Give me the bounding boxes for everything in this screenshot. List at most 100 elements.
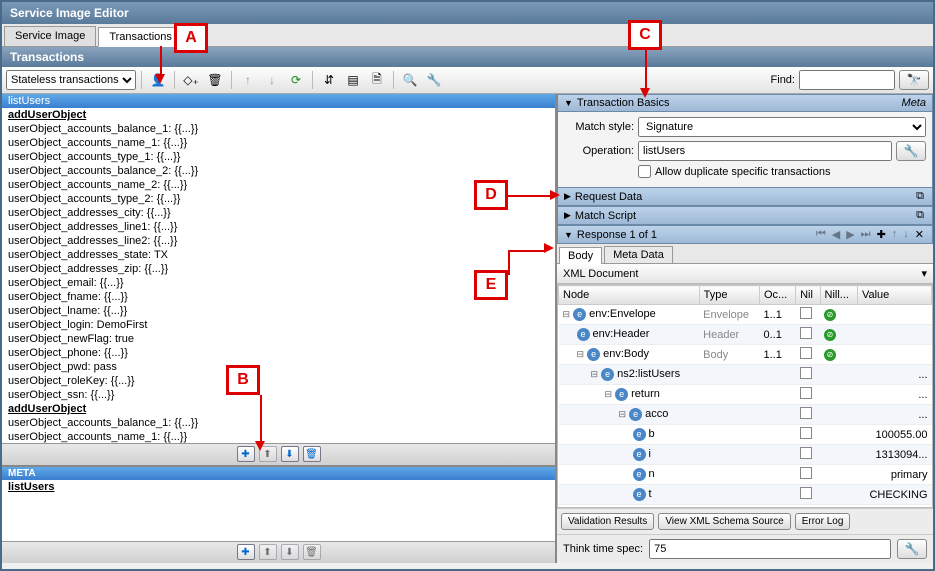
- refresh-icon[interactable]: ⟳: [285, 70, 307, 90]
- disclosure-down-icon: ▼: [564, 230, 573, 240]
- arrow-up-icon[interactable]: ↑: [237, 70, 259, 90]
- panel-match-script[interactable]: ▶ Match Script ⧉: [557, 206, 933, 225]
- meta-row-listusers[interactable]: listUsers: [2, 480, 555, 494]
- xml-row[interactable]: eenv:HeaderHeader0..1⊘: [559, 325, 932, 345]
- tree-row[interactable]: userObject_accounts_balance_1: {{...}}: [2, 416, 555, 430]
- tab-service-image[interactable]: Service Image: [4, 26, 96, 46]
- down-button-icon[interactable]: ⬇: [281, 446, 299, 462]
- tree-row[interactable]: userObject_fname: {{...}}: [2, 290, 555, 304]
- tab-meta-data[interactable]: Meta Data: [604, 246, 673, 263]
- document-icon[interactable]: 🗎: [366, 70, 388, 90]
- tree-row[interactable]: userObject_login: DemoFirst: [2, 318, 555, 332]
- tree-row[interactable]: userObject_addresses_line2: {{...}}: [2, 234, 555, 248]
- popout-icon[interactable]: ⧉: [914, 209, 926, 222]
- tree-row[interactable]: userObject_accounts_type_2: {{...}}: [2, 192, 555, 206]
- tree-row[interactable]: userObject_accounts_balance_2: {{...}}: [2, 164, 555, 178]
- right-pane: ▼ Transaction Basics Meta Match style: S…: [557, 94, 933, 563]
- view-schema-button[interactable]: View XML Schema Source: [658, 513, 790, 530]
- delete-icon[interactable]: 🗑: [204, 70, 226, 90]
- xml-row[interactable]: ⊟ ereturn...: [559, 385, 932, 405]
- tree-row[interactable]: userObject_newFlag: true: [2, 332, 555, 346]
- validation-results-button[interactable]: Validation Results: [561, 513, 654, 530]
- tree-row[interactable]: userObject_accounts_type_1: {{...}}: [2, 150, 555, 164]
- tree-row[interactable]: userObject_roleKey: {{...}}: [2, 374, 555, 388]
- col-type[interactable]: Type: [699, 286, 759, 305]
- move-down-icon[interactable]: ↓: [901, 228, 911, 241]
- tree-node-adduserobject-2[interactable]: addUserObject: [2, 402, 555, 416]
- xml-row[interactable]: etCHECKING: [559, 485, 932, 505]
- meta-tree[interactable]: listUsers: [2, 480, 555, 541]
- search-icon[interactable]: 🔍: [399, 70, 421, 90]
- list-icon[interactable]: ▤: [342, 70, 364, 90]
- remove-button-icon[interactable]: 🗑: [303, 446, 321, 462]
- col-node[interactable]: Node: [559, 286, 700, 305]
- tree-row[interactable]: userObject_addresses_line1: {{...}}: [2, 220, 555, 234]
- col-value[interactable]: Value: [857, 286, 931, 305]
- allow-duplicate-checkbox[interactable]: [638, 165, 651, 178]
- operation-wrench-icon[interactable]: 🔧: [896, 141, 926, 161]
- find-input[interactable]: [799, 70, 895, 90]
- tree-row[interactable]: userObject_addresses_zip: {{...}}: [2, 262, 555, 276]
- tree-row[interactable]: userObject_lname: {{...}}: [2, 304, 555, 318]
- disclosure-right-icon: ▶: [564, 191, 571, 202]
- xml-row[interactable]: ⊟ eenv:EnvelopeEnvelope1..1⊘: [559, 305, 932, 325]
- xml-row[interactable]: ei1313094...: [559, 445, 932, 465]
- col-nill[interactable]: Nill...: [820, 286, 857, 305]
- tree-node-adduserobject[interactable]: addUserObject: [2, 108, 555, 122]
- think-time-wrench-icon[interactable]: 🔧: [897, 539, 927, 559]
- add-button-icon[interactable]: ✚: [237, 446, 255, 462]
- xml-row[interactable]: ⊟ eacco...: [559, 405, 932, 425]
- xml-row[interactable]: ⊟ eenv:BodyBody1..1⊘: [559, 345, 932, 365]
- close-icon[interactable]: ✕: [913, 228, 926, 241]
- xml-row[interactable]: enprimary: [559, 465, 932, 485]
- add-button-icon[interactable]: ✚: [237, 544, 255, 560]
- user-icon[interactable]: 👤: [147, 70, 169, 90]
- remove-button-icon[interactable]: 🗑: [303, 544, 321, 560]
- col-occ[interactable]: Oc...: [759, 286, 795, 305]
- panel-transaction-basics[interactable]: ▼ Transaction Basics Meta: [557, 94, 933, 112]
- panel-title: Match Script: [575, 210, 636, 222]
- panel-response[interactable]: ▼ Response 1 of 1 ⏮ ◀ ▶ ⏭ ✚ ↑ ↓ ✕: [557, 225, 933, 244]
- tree-row[interactable]: userObject_accounts_name_1: {{...}}: [2, 136, 555, 150]
- xml-row[interactable]: eb100055.00: [559, 425, 932, 445]
- operation-input[interactable]: [638, 141, 892, 161]
- transaction-mode-select[interactable]: Stateless transactions: [6, 70, 136, 90]
- tree-row[interactable]: userObject_addresses_state: TX: [2, 248, 555, 262]
- match-style-select[interactable]: Signature: [638, 117, 926, 137]
- tree-node-listusers[interactable]: listUsers: [2, 94, 555, 108]
- tree-row[interactable]: userObject_email: {{...}}: [2, 276, 555, 290]
- think-time-input[interactable]: [649, 539, 891, 559]
- panel-request-data[interactable]: ▶ Request Data ⧉: [557, 187, 933, 206]
- add-icon[interactable]: ◇₊: [180, 70, 202, 90]
- xml-dropdown-icon[interactable]: ▾: [921, 267, 927, 280]
- allow-duplicate-label: Allow duplicate specific transactions: [655, 166, 830, 178]
- next-icon[interactable]: ▶: [844, 228, 856, 241]
- tree-row[interactable]: userObject_addresses_city: {{...}}: [2, 206, 555, 220]
- last-icon[interactable]: ⏭: [859, 228, 873, 241]
- xml-tree-table[interactable]: Node Type Oc... Nil Nill... Value ⊟ eenv…: [557, 284, 933, 508]
- move-up-icon[interactable]: ↑: [890, 228, 900, 241]
- tree-row[interactable]: userObject_accounts_name_1: {{...}}: [2, 430, 555, 443]
- first-icon[interactable]: ⏮: [814, 228, 828, 241]
- xml-row[interactable]: ⊟ ens2:listUsers...: [559, 365, 932, 385]
- error-log-button[interactable]: Error Log: [795, 513, 851, 530]
- transaction-tree[interactable]: listUsers addUserObject userObject_accou…: [2, 94, 555, 443]
- tab-transactions[interactable]: Transactions: [98, 27, 183, 47]
- sort-icon[interactable]: ⇵: [318, 70, 340, 90]
- down-button-icon[interactable]: ⬇: [281, 544, 299, 560]
- up-button-icon[interactable]: ⬆: [259, 544, 277, 560]
- binoculars-icon[interactable]: 🔭: [899, 70, 929, 90]
- arrow-down-icon[interactable]: ↓: [261, 70, 283, 90]
- up-button-icon[interactable]: ⬆: [259, 446, 277, 462]
- tree-row[interactable]: userObject_pwd: pass: [2, 360, 555, 374]
- tree-row[interactable]: userObject_accounts_balance_1: {{...}}: [2, 122, 555, 136]
- popout-icon[interactable]: ⧉: [914, 190, 926, 203]
- col-nil[interactable]: Nil: [796, 286, 820, 305]
- tree-row[interactable]: userObject_ssn: {{...}}: [2, 388, 555, 402]
- wrench-icon[interactable]: 🔧: [423, 70, 445, 90]
- tree-row[interactable]: userObject_accounts_name_2: {{...}}: [2, 178, 555, 192]
- tab-body[interactable]: Body: [559, 247, 602, 264]
- tree-row[interactable]: userObject_phone: {{...}}: [2, 346, 555, 360]
- add-response-icon[interactable]: ✚: [875, 228, 888, 241]
- prev-icon[interactable]: ◀: [830, 228, 842, 241]
